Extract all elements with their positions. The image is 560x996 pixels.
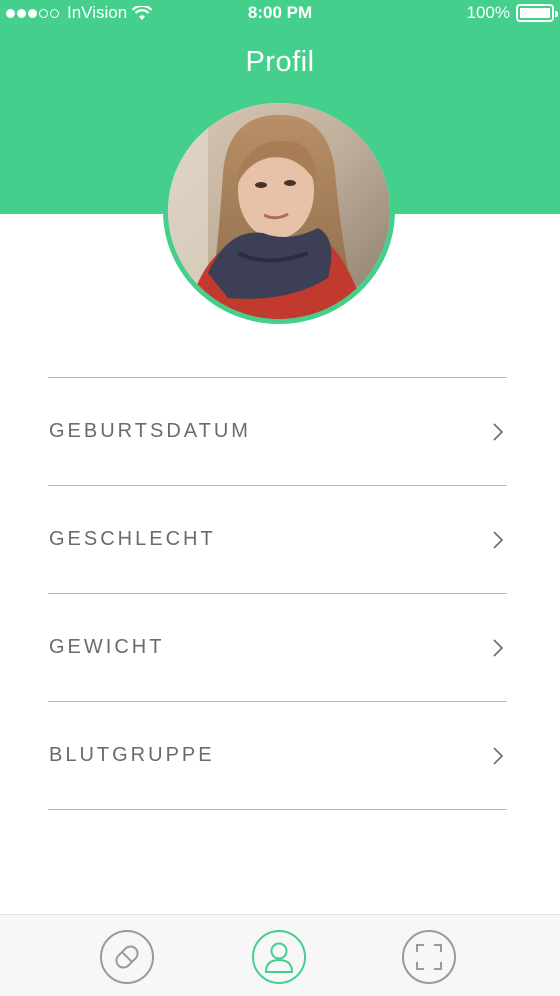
tab-profile[interactable] [252,930,306,984]
field-label: GESCHLECHT [49,528,216,550]
chevron-right-icon [493,422,504,441]
tab-bar [0,914,560,996]
scan-icon [416,944,442,970]
chevron-right-icon [493,638,504,657]
field-blood-type[interactable]: BLUTGRUPPE [48,702,507,810]
tab-scan[interactable] [402,930,456,984]
field-label: BLUTGRUPPE [49,744,215,766]
profile-fields-list: GEBURTSDATUM GESCHLECHT GEWICHT BLUTGRUP… [48,377,507,810]
battery-percentage: 100% [466,3,510,22]
field-weight[interactable]: GEWICHT [48,594,507,702]
chevron-right-icon [493,530,504,549]
avatar[interactable] [163,98,395,324]
field-gender[interactable]: GESCHLECHT [48,486,507,594]
profile-photo [168,103,390,319]
chevron-right-icon [493,746,504,765]
status-bar: InVision 8:00 PM 100% [0,0,560,26]
tab-medication[interactable] [100,930,154,984]
status-right: 100% [466,3,558,23]
page-title: Profil [245,46,315,78]
profile-photo-image [168,103,390,319]
person-icon [264,942,294,973]
battery-icon [516,4,558,22]
field-birthdate[interactable]: GEBURTSDATUM [48,378,507,486]
pill-icon [115,945,139,969]
field-label: GEBURTSDATUM [49,420,251,442]
field-label: GEWICHT [49,636,165,658]
